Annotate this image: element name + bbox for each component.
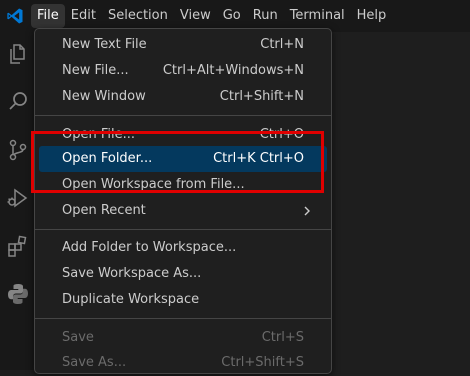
menu-file[interactable]: File (31, 4, 65, 28)
menu-item-shortcut: Ctrl+O (259, 127, 304, 142)
python-icon[interactable] (6, 282, 30, 306)
menu-item-label: Open Recent (62, 203, 146, 218)
menu-item-open-workspace[interactable]: Open Workspace from File... (39, 172, 327, 198)
menu-view[interactable]: View (174, 4, 217, 28)
explorer-icon[interactable] (6, 42, 30, 66)
menu-item-shortcut: Ctrl+N (260, 37, 304, 52)
menu-item-shortcut: Ctrl+Shift+S (221, 355, 304, 370)
menu-item-label: New Window (62, 89, 146, 104)
menu-item-label: Open Workspace from File... (62, 177, 245, 192)
menu-item-label: Save As... (62, 355, 127, 370)
activity-bar (0, 32, 36, 370)
menu-item-add-folder-to-workspace[interactable]: Add Folder to Workspace... (39, 235, 327, 261)
source-control-icon[interactable] (6, 138, 30, 162)
menu-item-label: Add Folder to Workspace... (62, 240, 237, 255)
menu-item-save-as: Save As... Ctrl+Shift+S (39, 350, 327, 376)
menu-run[interactable]: Run (247, 4, 284, 28)
vscode-logo-icon (7, 8, 23, 24)
menu-item-label: Save Workspace As... (62, 266, 202, 281)
menu-item-open-folder[interactable]: Open Folder... Ctrl+K Ctrl+O (39, 146, 327, 172)
file-menu-dropdown: New Text File Ctrl+N New File... Ctrl+Al… (34, 28, 332, 374)
menu-separator (35, 115, 331, 116)
menu-item-save: Save Ctrl+S (39, 325, 327, 351)
menu-item-open-recent[interactable]: Open Recent (39, 198, 327, 224)
search-icon[interactable] (6, 90, 30, 114)
menu-go[interactable]: Go (217, 4, 247, 28)
run-debug-icon[interactable] (6, 186, 30, 210)
chevron-right-icon (304, 206, 310, 216)
menu-item-label: New File... (62, 63, 129, 78)
menu-item-label: New Text File (62, 37, 147, 52)
menu-terminal[interactable]: Terminal (284, 4, 351, 28)
menu-separator (35, 318, 331, 319)
menu-item-shortcut: Ctrl+K Ctrl+O (213, 151, 304, 166)
menu-edit[interactable]: Edit (65, 4, 102, 28)
menu-item-new-window[interactable]: New Window Ctrl+Shift+N (39, 84, 327, 110)
menu-help[interactable]: Help (351, 4, 393, 28)
extensions-icon[interactable] (6, 234, 30, 258)
menu-item-shortcut: Ctrl+Alt+Windows+N (162, 63, 304, 78)
menu-selection[interactable]: Selection (102, 4, 174, 28)
menu-item-shortcut: Ctrl+Shift+N (219, 89, 304, 104)
menu-item-save-workspace-as[interactable]: Save Workspace As... (39, 261, 327, 287)
menu-item-duplicate-workspace[interactable]: Duplicate Workspace (39, 287, 327, 313)
menu-item-open-file[interactable]: Open File... Ctrl+O (39, 122, 327, 148)
menu-separator (35, 229, 331, 230)
menu-item-label: Duplicate Workspace (62, 292, 200, 307)
menu-item-new-file[interactable]: New File... Ctrl+Alt+Windows+N (39, 58, 327, 84)
menu-item-shortcut: Ctrl+S (261, 330, 304, 345)
menu-item-label: Save (62, 330, 94, 345)
menu-item-new-text-file[interactable]: New Text File Ctrl+N (39, 32, 327, 58)
menu-item-label: Open File... (62, 127, 136, 142)
menu-item-label: Open Folder... (62, 151, 153, 166)
